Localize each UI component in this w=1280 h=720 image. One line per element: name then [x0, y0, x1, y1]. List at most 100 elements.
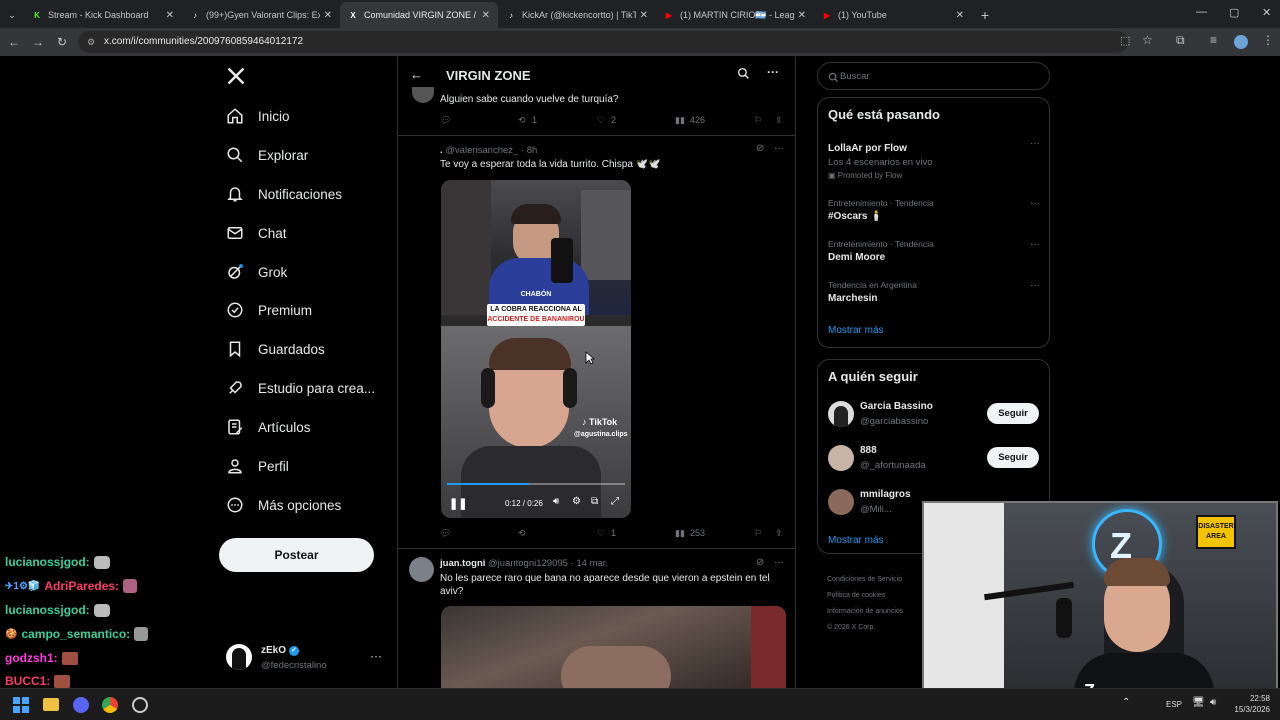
like-icon[interactable]: ♡: [597, 528, 605, 539]
tweet-author-handle[interactable]: @juantogni129095: [488, 558, 568, 569]
tweet-avatar[interactable]: [412, 87, 434, 103]
follow-item[interactable]: Garcia Bassino @garciabassino Seguir: [818, 398, 1049, 434]
reload-icon[interactable]: ↻: [50, 35, 74, 49]
video-player[interactable]: CHABÓN LA COBRA REACCIONA AL ACCIDENTE D…: [441, 180, 631, 518]
tweet-more-icon[interactable]: ···: [774, 143, 784, 154]
trend-more-icon[interactable]: ···: [1030, 280, 1040, 291]
tab-list-button[interactable]: ⌄: [0, 2, 24, 28]
url-field[interactable]: ⚙ x.com/i/communities/200976085946401217…: [78, 31, 1128, 53]
language-indicator[interactable]: ESP: [1166, 700, 1182, 709]
follow-button[interactable]: Seguir: [987, 403, 1039, 424]
tweet-time[interactable]: · 8h: [521, 145, 537, 156]
nav-notificaciones[interactable]: Notificaciones: [226, 182, 342, 206]
new-tab-button[interactable]: +: [972, 2, 998, 28]
nav-explorar[interactable]: Explorar: [226, 143, 308, 167]
search-box[interactable]: Buscar: [817, 62, 1050, 90]
share-icon[interactable]: ⇪: [775, 528, 783, 539]
pip-icon[interactable]: ⧉: [591, 496, 598, 507]
pause-icon[interactable]: ❚❚: [449, 497, 467, 510]
account-switcher[interactable]: zEkO ✓ @fedecristalino ···: [226, 642, 386, 674]
discord-icon[interactable]: [73, 697, 89, 713]
trend-more-icon[interactable]: ···: [1030, 239, 1040, 250]
tray-expand-icon[interactable]: ⌃: [1122, 697, 1130, 708]
volume-icon[interactable]: 🔊︎: [1210, 697, 1216, 708]
footer-link[interactable]: Condiciones de Servicio: [827, 572, 903, 588]
views-icon[interactable]: ▮▮: [675, 115, 685, 126]
grok-icon[interactable]: ⊘: [756, 143, 764, 154]
profile-avatar[interactable]: [1234, 35, 1248, 49]
tweet-avatar[interactable]: [409, 557, 434, 582]
follow-button[interactable]: Seguir: [987, 447, 1039, 468]
close-tab-icon[interactable]: ✕: [640, 10, 648, 21]
retweet-icon[interactable]: ⟲: [518, 528, 526, 539]
post-button[interactable]: Postear: [219, 538, 374, 572]
browser-tab[interactable]: ▶ (1) MARTIN CIRIO🇦🇷 - League ✕: [656, 2, 814, 28]
nav-estudio[interactable]: Estudio para crea...: [226, 376, 375, 400]
volume-icon[interactable]: 🔊︎: [553, 496, 559, 507]
maximize-button[interactable]: ▢: [1229, 6, 1239, 19]
tweet-author-handle[interactable]: @valensanchez_: [445, 145, 518, 156]
chrome-icon[interactable]: [102, 697, 118, 713]
install-icon[interactable]: ⬚: [1120, 34, 1130, 47]
bookmark-star-icon[interactable]: ☆: [1142, 33, 1153, 47]
clock-time[interactable]: 22:58: [1228, 693, 1270, 704]
follow-show-more-link[interactable]: Mostrar más: [828, 535, 884, 546]
trend-more-icon[interactable]: ···: [1030, 138, 1040, 149]
network-icon[interactable]: 🖥︎: [1192, 697, 1205, 708]
minimize-button[interactable]: —: [1196, 6, 1207, 18]
browser-tab[interactable]: ♪ (99+)Gyen Valorant Clips: Excit ✕: [182, 2, 340, 28]
retweet-icon[interactable]: ⟲: [518, 115, 526, 126]
start-icon[interactable]: [13, 697, 29, 713]
nav-chat[interactable]: Chat: [226, 221, 287, 245]
browser-tab[interactable]: ▶ (1) YouTube ✕: [814, 2, 972, 28]
close-tab-icon[interactable]: ✕: [324, 10, 332, 21]
file-explorer-icon[interactable]: [43, 698, 59, 711]
nav-mas-opciones[interactable]: Más opciones: [226, 493, 341, 517]
clock-date[interactable]: 15/3/2026: [1228, 704, 1270, 715]
close-tab-icon[interactable]: ✕: [798, 10, 806, 21]
views-icon[interactable]: ▮▮: [675, 528, 685, 539]
nav-perfil[interactable]: Perfil: [226, 454, 289, 478]
back-icon[interactable]: ←: [2, 35, 26, 49]
nav-guardados[interactable]: Guardados: [226, 337, 325, 361]
like-icon[interactable]: ♡: [597, 115, 605, 126]
browser-tab[interactable]: X Comunidad VIRGIN ZONE / ✕: [340, 2, 498, 28]
search-icon[interactable]: [737, 67, 750, 85]
fullscreen-icon[interactable]: ⤢: [611, 496, 619, 507]
nav-premium[interactable]: Premium: [226, 298, 312, 322]
site-info-icon[interactable]: ⚙: [87, 31, 95, 53]
bookmark-icon[interactable]: ⚐: [754, 115, 762, 126]
close-tab-icon[interactable]: ✕: [956, 10, 964, 21]
browser-tab[interactable]: ♪ KickAr (@kickencortto) | TikTok ✕: [498, 2, 656, 28]
tweet-time[interactable]: · 14 mar.: [571, 558, 609, 569]
trend-item[interactable]: Entretenimiento · Tendencia #Oscars 🕯️ ·…: [828, 198, 1040, 222]
browser-tab[interactable]: K Stream - Kick Dashboard ✕: [24, 2, 182, 28]
footer-link[interactable]: Política de cookies: [827, 588, 903, 604]
nav-articulos[interactable]: Artículos: [226, 415, 311, 439]
tweet-media[interactable]: [441, 606, 786, 688]
trend-more-icon[interactable]: ···: [1030, 198, 1040, 209]
show-more-link[interactable]: Mostrar más: [828, 325, 884, 336]
close-tab-icon[interactable]: ✕: [166, 10, 174, 21]
more-options-icon[interactable]: ···: [767, 65, 779, 79]
extensions-icon[interactable]: ⧉: [1176, 33, 1185, 48]
close-tab-icon[interactable]: ✕: [482, 10, 490, 21]
grok-icon[interactable]: ⊘: [756, 557, 764, 568]
nav-inicio[interactable]: Inicio: [226, 104, 290, 128]
bookmark-icon[interactable]: ⚐: [754, 528, 762, 539]
forward-icon[interactable]: →: [26, 35, 50, 49]
media-control-icon[interactable]: ≡: [1210, 33, 1217, 47]
tweet-more-icon[interactable]: ···: [774, 557, 784, 568]
footer-link[interactable]: Información de anuncios: [827, 604, 903, 620]
trend-item[interactable]: Entretenimiento · Tendencia Demi Moore ·…: [828, 239, 1040, 263]
browser-menu-icon[interactable]: ⋮: [1262, 33, 1274, 47]
follow-item[interactable]: 888 @_afortunaada Seguir: [818, 442, 1049, 478]
reply-icon[interactable]: 💬︎: [440, 115, 451, 126]
reply-icon[interactable]: 💬︎: [440, 528, 451, 539]
tweet-author-name[interactable]: juan.togni: [440, 558, 485, 569]
share-icon[interactable]: ⇪: [775, 115, 783, 126]
tweet-author-name[interactable]: .: [440, 145, 443, 156]
back-arrow-icon[interactable]: ←: [410, 67, 423, 82]
settings-icon[interactable]: ⚙: [572, 496, 581, 507]
close-window-button[interactable]: ✕: [1262, 6, 1271, 19]
